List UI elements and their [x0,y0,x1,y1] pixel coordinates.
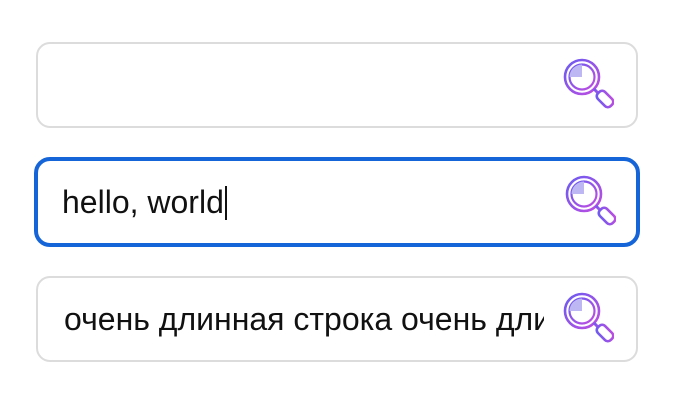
search-button[interactable] [562,57,614,113]
magnifier-icon [562,57,614,113]
search-button[interactable] [562,291,614,347]
magnifier-icon [562,291,614,347]
search-field-empty[interactable] [36,42,638,128]
search-input-text: hello, world [62,184,224,220]
search-button[interactable] [564,174,616,230]
search-field-focused[interactable]: hello, world [34,157,640,247]
text-caret [224,186,227,220]
search-input-long[interactable]: очень длинная строка очень длинная строк… [64,300,544,338]
search-input-focused[interactable]: hello, world [62,183,542,221]
magnifier-icon [564,174,616,230]
search-field-long-text[interactable]: очень длинная строка очень длинная строк… [36,276,638,362]
